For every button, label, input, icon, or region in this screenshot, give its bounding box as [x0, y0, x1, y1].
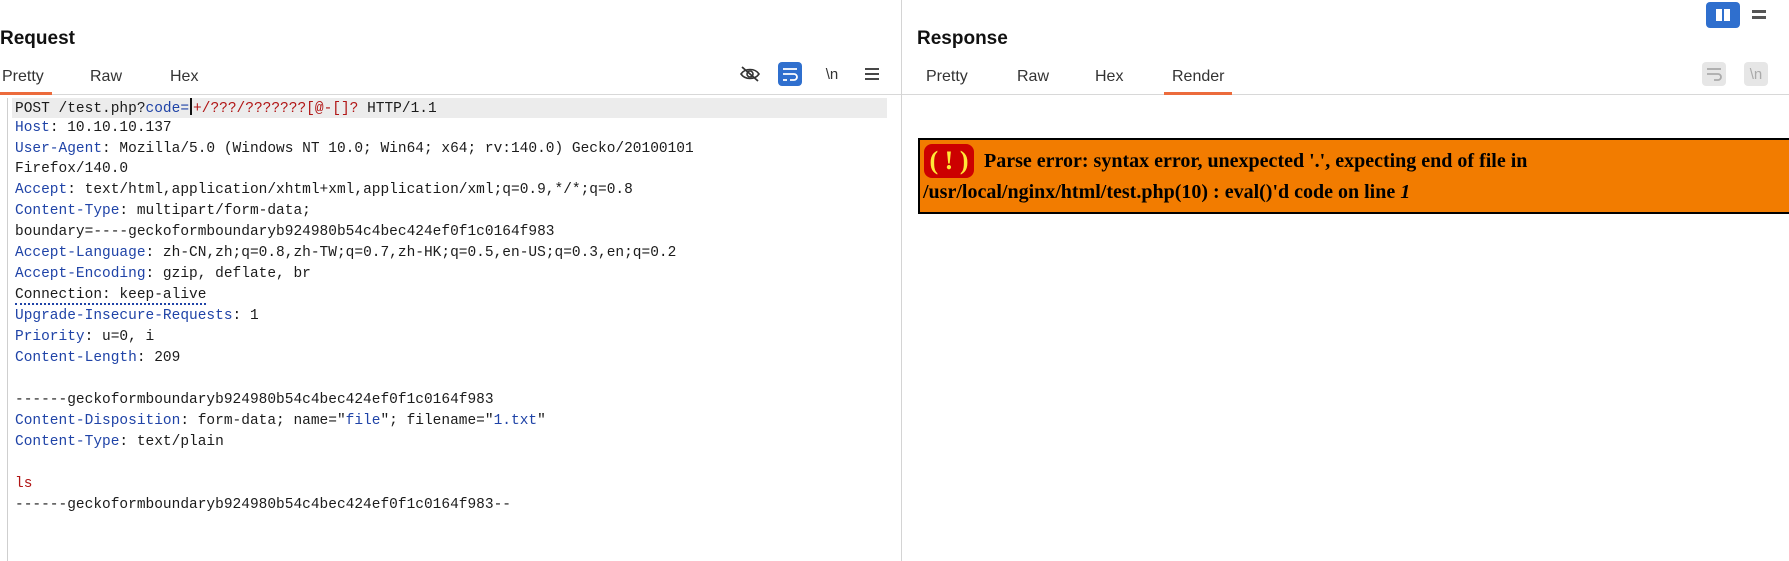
tab-pretty[interactable]: Pretty — [924, 68, 970, 94]
header-user-agent: User-Agent: Mozilla/5.0 (Windows NT 10.0… — [15, 141, 694, 157]
show-newlines-button-disabled[interactable]: \n — [1744, 62, 1768, 86]
header-user-agent-cont: Firefox/140.0 — [15, 161, 129, 177]
render-error-box: ( ! ) Parse error: syntax error, unexpec… — [918, 138, 1789, 214]
header-accept-encoding: Accept-Encoding: gzip, deflate, br — [15, 266, 311, 282]
request-editor[interactable]: POST /test.php?code= +/???/???????[@-[]? … — [0, 98, 900, 561]
request-tabs: Pretty Raw Hex — [0, 62, 901, 95]
header-connection: Connection: keep-alive — [15, 287, 207, 305]
hide-nonprintable-button[interactable] — [738, 62, 762, 86]
header-content-type-cont: boundary=----geckoformboundaryb924980b54… — [15, 224, 555, 240]
response-title: Response — [917, 28, 1008, 49]
hamburger-menu-icon — [865, 68, 879, 80]
part-content-disposition: Content-Disposition: form-data; name="fi… — [15, 413, 546, 429]
tab-raw[interactable]: Raw — [1015, 68, 1051, 94]
header-content-type: Content-Type: multipart/form-data; — [15, 203, 311, 219]
header-priority: Priority: u=0, i — [15, 329, 155, 345]
text-cursor — [190, 98, 193, 115]
boundary-end: ------geckoformboundaryb924980b54c4bec42… — [15, 497, 511, 513]
tab-pretty[interactable]: Pretty — [0, 68, 52, 95]
tab-hex[interactable]: Hex — [168, 68, 200, 94]
show-newlines-button[interactable]: \n — [820, 62, 844, 86]
header-accept-language: Accept-Language: zh-CN,zh;q=0.8,zh-TW;q=… — [15, 245, 677, 261]
eye-off-icon — [740, 66, 760, 82]
error-icon: ( ! ) — [924, 144, 974, 178]
error-message: Parse error: syntax error, unexpected '.… — [984, 150, 1528, 172]
request-title: Request — [0, 28, 75, 49]
header-content-length: Content-Length: 209 — [15, 350, 181, 366]
payload: +/???/???????[@-[]? — [193, 101, 359, 117]
tab-hex[interactable]: Hex — [1093, 68, 1125, 94]
tab-raw[interactable]: Raw — [88, 68, 124, 94]
tab-render[interactable]: Render — [1163, 68, 1234, 95]
word-wrap-icon — [783, 68, 798, 81]
request-line: POST /test.php?code= +/???/???????[@-[]? … — [12, 98, 887, 118]
response-pane: Response Pretty Raw Hex Render \n — [902, 0, 1789, 561]
header-upgrade-insecure: Upgrade-Insecure-Requests: 1 — [15, 308, 259, 324]
error-line-number: 1 — [1400, 181, 1411, 203]
error-location: /usr/local/nginx/html/test.php(10) : eva… — [923, 181, 1411, 203]
header-host: Host: 10.10.10.137 — [15, 120, 172, 136]
word-wrap-button-disabled[interactable] — [1702, 62, 1726, 86]
word-wrap-button[interactable] — [778, 62, 802, 86]
word-wrap-icon — [1707, 68, 1722, 81]
boundary-start: ------geckoformboundaryb924980b54c4bec42… — [15, 392, 494, 408]
body-content: ls — [15, 476, 33, 492]
response-tabs: Pretty Raw Hex Render — [902, 62, 1789, 95]
menu-button[interactable] — [860, 62, 884, 86]
header-accept: Accept: text/html,application/xhtml+xml,… — [15, 182, 633, 198]
part-content-type: Content-Type: text/plain — [15, 434, 224, 450]
